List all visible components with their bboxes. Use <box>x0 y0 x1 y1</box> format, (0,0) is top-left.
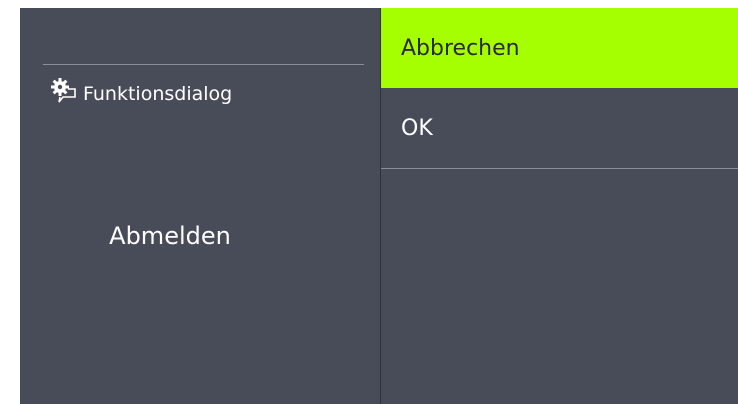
cancel-button-label: Abbrechen <box>401 35 520 61</box>
gear-chat-icon <box>49 76 83 111</box>
divider <box>43 64 364 65</box>
cancel-button[interactable]: Abbrechen <box>381 8 738 88</box>
ok-button-label: OK <box>401 115 433 141</box>
phone-screen: Funktionsdialog Abmelden Abbrechen OK <box>20 8 738 404</box>
dialog-title: Funktionsdialog <box>49 76 232 111</box>
menu-panel: Abbrechen OK <box>381 8 738 404</box>
logout-label: Abmelden <box>109 222 231 250</box>
dialog-title-text: Funktionsdialog <box>83 82 233 105</box>
left-panel: Funktionsdialog Abmelden <box>20 8 380 404</box>
ok-button[interactable]: OK <box>381 88 738 168</box>
menu-divider <box>381 168 738 169</box>
